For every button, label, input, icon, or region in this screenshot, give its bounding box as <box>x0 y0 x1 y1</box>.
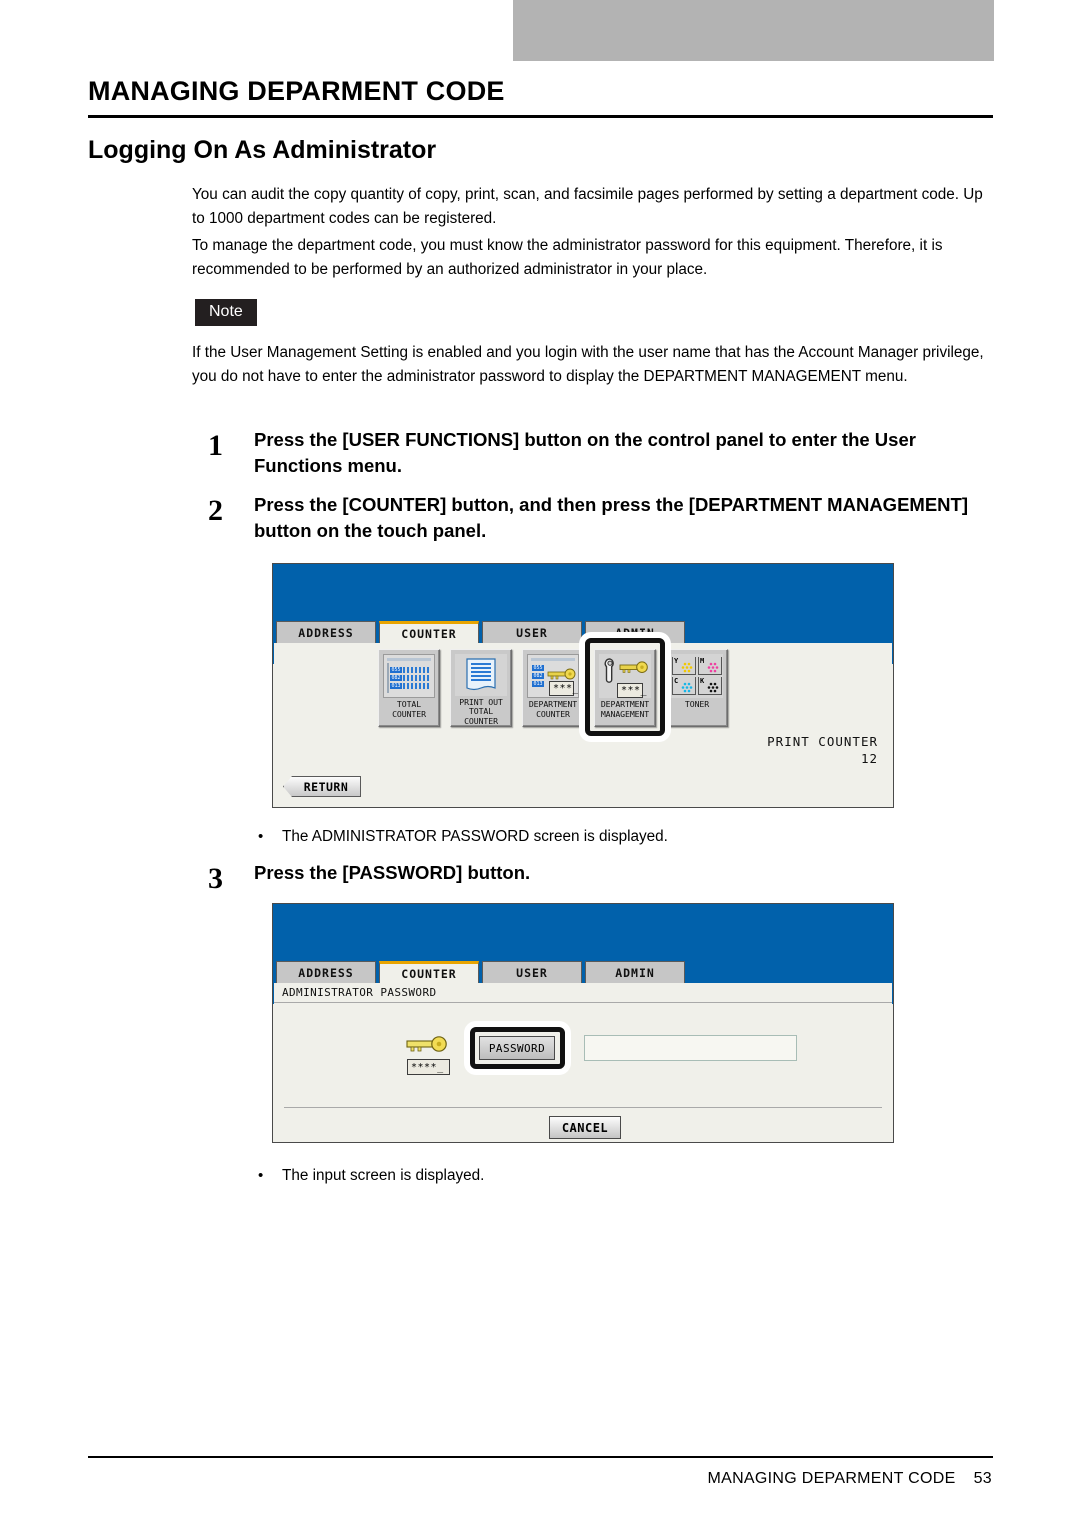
toner-dots-y <box>681 662 693 673</box>
page-number: 53 <box>973 1470 992 1487</box>
printout-icon-svg <box>466 658 496 691</box>
bullet-marker: • <box>258 828 264 845</box>
ledger-code-2: 013 <box>532 681 544 687</box>
counter-tab-strip: ADDRESS COUNTER USER ADMIN <box>276 621 685 643</box>
ledger-key-icon: 055 082 013 ***_ <box>527 654 579 698</box>
caption-divider <box>274 1002 892 1003</box>
wrench-icon <box>604 658 648 683</box>
toner-letter-k: K <box>700 677 705 685</box>
tab-user[interactable]: USER <box>482 961 582 983</box>
key-mask-box: ***_ <box>549 681 578 696</box>
password-panel-body: ADMINISTRATOR PASSWORD ****_ PASSWORD CA… <box>274 983 892 1141</box>
return-button[interactable]: RETURN <box>283 776 361 797</box>
toner-dots-c <box>681 682 693 693</box>
key-icon <box>619 661 648 673</box>
administrator-password-touch-panel-screenshot: ADDRESS COUNTER USER ADMIN ADMINISTRATOR… <box>272 903 894 1143</box>
key-mask-box: ***_ <box>617 683 647 698</box>
ledger-code-0: 055 <box>390 667 402 673</box>
password-input-field[interactable] <box>584 1035 797 1061</box>
password-tab-strip: ADDRESS COUNTER USER ADMIN <box>276 961 685 983</box>
ledger-icon: 055 082 013 <box>383 654 435 698</box>
step-3: 3 Press the [PASSWORD] button. <box>208 860 1008 895</box>
toner-button[interactable]: Y M C K TONER <box>666 649 728 727</box>
toner-cell-c: C <box>672 677 696 695</box>
ledger-code-0: 055 <box>532 665 544 671</box>
department-management-label: DEPARTMENT MANAGEMENT <box>600 699 650 719</box>
tab-user[interactable]: USER <box>482 621 582 643</box>
bullet-note-2: • The input screen is displayed. <box>258 1165 484 1187</box>
intro-paragraph-2: To manage the department code, you must … <box>192 237 943 278</box>
ledger-dots <box>403 675 429 681</box>
tab-address[interactable]: ADDRESS <box>276 621 376 643</box>
ledger-code-1: 082 <box>390 675 402 681</box>
total-counter-label: TOTAL COUNTER <box>392 699 426 719</box>
toner-cell-y: Y <box>672 657 696 675</box>
print-counter-value: 12 <box>860 751 878 766</box>
ledger-dots <box>403 683 429 689</box>
step-3-text: Press the [PASSWORD] button. <box>254 862 531 883</box>
tab-admin[interactable]: ADMIN <box>585 961 685 983</box>
toner-label: TONER <box>684 699 710 709</box>
bullet-note-1: • The ADMINISTRATOR PASSWORD screen is di… <box>258 826 668 848</box>
toner-cell-k: K <box>698 677 722 695</box>
toner-letter-m: M <box>700 657 705 665</box>
ledger-dots <box>403 667 429 673</box>
step-1-text: Press the [USER FUNCTIONS] button on the… <box>254 429 916 476</box>
page-title: MANAGING DEPARMENT CODE <box>88 76 505 106</box>
step-1: 1 Press the [USER FUNCTIONS] button on t… <box>208 427 1008 479</box>
section-heading: Logging On As Administrator <box>88 136 437 164</box>
footer: MANAGING DEPARMENT CODE 53 <box>707 1470 992 1488</box>
header-gray-band <box>513 0 994 61</box>
toner-dots-k <box>707 682 719 693</box>
footer-divider <box>88 1456 993 1458</box>
wrench-key-icon: ***_ <box>599 654 651 698</box>
ledger-code-1: 082 <box>532 673 544 679</box>
toner-letter-c: C <box>674 677 679 685</box>
ledger-code-2: 013 <box>390 683 402 689</box>
print-out-total-counter-label: PRINT OUT TOTAL COUNTER <box>459 696 503 726</box>
step-1-number: 1 <box>208 429 223 462</box>
administrator-password-caption: ADMINISTRATOR PASSWORD <box>282 986 437 999</box>
bullet-note-1-text: The ADMINISTRATOR PASSWORD screen is dis… <box>282 828 668 845</box>
print-out-total-counter-button[interactable]: PRINT OUT TOTAL COUNTER <box>450 649 512 727</box>
department-counter-label: DEPARTMENT COUNTER <box>528 699 578 719</box>
printout-icon <box>455 654 507 696</box>
tab-admin[interactable]: ADMIN <box>585 621 685 643</box>
step-3-number: 3 <box>208 862 223 895</box>
toner-icon: Y M C K <box>671 654 723 698</box>
counter-touch-panel-screenshot: ADDRESS COUNTER USER ADMIN 055 082 013 T… <box>272 563 894 808</box>
note-body: If the User Management Setting is enable… <box>192 344 984 385</box>
department-management-button[interactable]: ***_ DEPARTMENT MANAGEMENT <box>594 649 656 727</box>
step-2-text: Press the [COUNTER] button, and then pre… <box>254 494 968 541</box>
intro-paragraph-1: You can audit the copy quantity of copy,… <box>192 186 983 227</box>
toner-letter-y: Y <box>674 657 679 665</box>
key-icon <box>406 1036 447 1052</box>
department-counter-button[interactable]: 055 082 013 ***_ DEPARTMENT COUNTER <box>522 649 584 727</box>
tab-counter[interactable]: COUNTER <box>379 621 479 643</box>
toner-cell-m: M <box>698 657 722 675</box>
bullet-note-2-text: The input screen is displayed. <box>282 1167 485 1184</box>
bullet-marker: • <box>258 1167 264 1184</box>
counter-panel-body: 055 082 013 TOTAL COUNTER PRINT OUT TOTA… <box>274 643 892 806</box>
password-button[interactable]: PASSWORD <box>479 1036 555 1060</box>
tab-address[interactable]: ADDRESS <box>276 961 376 983</box>
title-divider <box>88 115 993 118</box>
total-counter-button[interactable]: 055 082 013 TOTAL COUNTER <box>378 649 440 727</box>
toner-dots-m <box>707 662 719 673</box>
password-mask-indicator: ****_ <box>407 1059 450 1075</box>
print-counter-label: PRINT COUNTER <box>767 734 878 749</box>
key-icon <box>547 668 576 680</box>
step-2: 2 Press the [COUNTER] button, and then p… <box>208 492 1008 544</box>
note-badge: Note <box>195 299 257 326</box>
print-counter-readout: PRINT COUNTER 12 <box>767 733 878 767</box>
footer-divider <box>284 1107 882 1108</box>
footer-title: MANAGING DEPARMENT CODE <box>707 1470 956 1487</box>
cancel-button[interactable]: CANCEL <box>549 1116 621 1139</box>
step-2-number: 2 <box>208 494 223 527</box>
tab-counter[interactable]: COUNTER <box>379 961 479 983</box>
